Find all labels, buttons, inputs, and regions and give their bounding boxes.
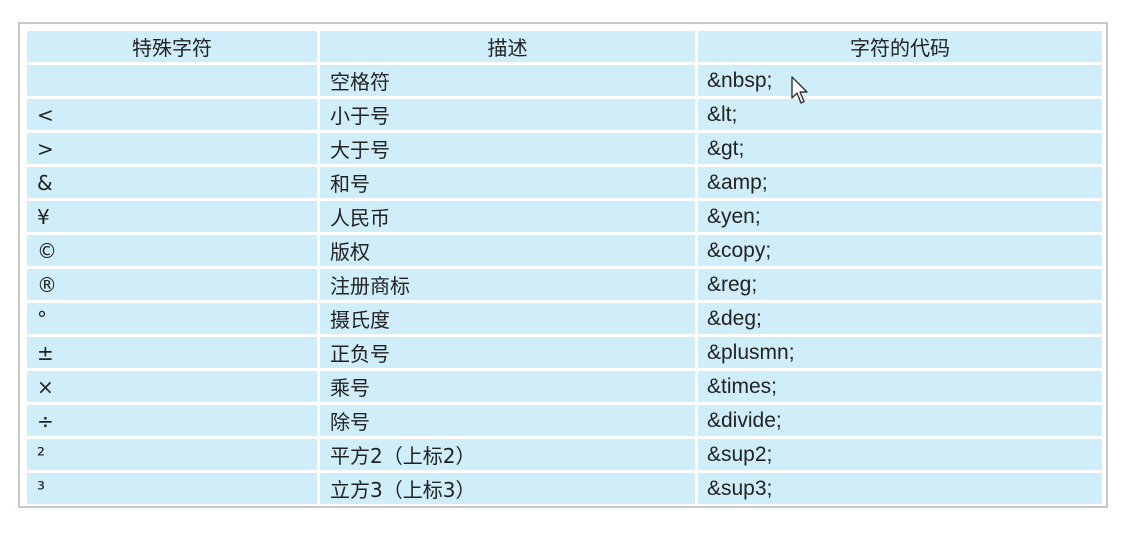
cell-description: 和号 (320, 167, 695, 198)
cell-character-code: &copy; (698, 235, 1102, 266)
cell-description: 摄氏度 (320, 303, 695, 334)
header-special-character: 特殊字符 (27, 31, 317, 62)
table-row: ÷ 除号 &divide; (27, 405, 1102, 436)
cell-character-code: &sup2; (698, 439, 1102, 470)
cell-description: 版权 (320, 235, 695, 266)
header-description: 描述 (320, 31, 695, 62)
table-row: ± 正负号 &plusmn; (27, 337, 1102, 368)
cell-description: 平方2（上标2） (320, 439, 695, 470)
cell-special-character: < (27, 99, 317, 130)
cell-character-code: &plusmn; (698, 337, 1102, 368)
table-row: ¥ 人民币 &yen; (27, 201, 1102, 232)
table-row: © 版权 &copy; (27, 235, 1102, 266)
cell-character-code: &gt; (698, 133, 1102, 164)
cell-special-character: ³ (27, 473, 317, 504)
table-row: × 乘号 &times; (27, 371, 1102, 402)
table-row: < 小于号 &lt; (27, 99, 1102, 130)
cell-special-character: ÷ (27, 405, 317, 436)
cell-character-code: &yen; (698, 201, 1102, 232)
cell-description: 正负号 (320, 337, 695, 368)
special-characters-table-frame: 特殊字符 描述 字符的代码 空格符 &nbsp; < 小于号 &lt; > 大于号 &gt; &… (18, 22, 1108, 508)
cell-description: 大于号 (320, 133, 695, 164)
cell-character-code: &lt; (698, 99, 1102, 130)
cell-special-character: ° (27, 303, 317, 334)
header-character-code: 字符的代码 (698, 31, 1102, 62)
cell-special-character: ® (27, 269, 317, 300)
cell-description: 注册商标 (320, 269, 695, 300)
table-row: ° 摄氏度 &deg; (27, 303, 1102, 334)
cell-character-code: &nbsp; (698, 65, 1102, 96)
cell-description: 小于号 (320, 99, 695, 130)
table-header-row: 特殊字符 描述 字符的代码 (27, 31, 1102, 62)
cell-special-character: > (27, 133, 317, 164)
cell-character-code: &amp; (698, 167, 1102, 198)
cell-special-character: × (27, 371, 317, 402)
table-row: 空格符 &nbsp; (27, 65, 1102, 96)
special-characters-table: 特殊字符 描述 字符的代码 空格符 &nbsp; < 小于号 &lt; > 大于号 &gt; &… (24, 28, 1105, 507)
cell-description: 人民币 (320, 201, 695, 232)
cell-special-character: ± (27, 337, 317, 368)
cell-character-code: &divide; (698, 405, 1102, 436)
table-row: & 和号 &amp; (27, 167, 1102, 198)
cell-character-code: &sup3; (698, 473, 1102, 504)
cell-description: 空格符 (320, 65, 695, 96)
table-row: ² 平方2（上标2） &sup2; (27, 439, 1102, 470)
cell-special-character (27, 65, 317, 96)
cell-description: 立方3（上标3） (320, 473, 695, 504)
cell-special-character: & (27, 167, 317, 198)
table-row: ³ 立方3（上标3） &sup3; (27, 473, 1102, 504)
mouse-cursor-icon (791, 76, 808, 104)
cell-special-character: ² (27, 439, 317, 470)
cell-character-code: &times; (698, 371, 1102, 402)
cell-description: 除号 (320, 405, 695, 436)
cell-character-code: &reg; (698, 269, 1102, 300)
table-row: > 大于号 &gt; (27, 133, 1102, 164)
cell-special-character: ¥ (27, 201, 317, 232)
cell-description: 乘号 (320, 371, 695, 402)
table-row: ® 注册商标 &reg; (27, 269, 1102, 300)
cell-special-character: © (27, 235, 317, 266)
cell-character-code: &deg; (698, 303, 1102, 334)
